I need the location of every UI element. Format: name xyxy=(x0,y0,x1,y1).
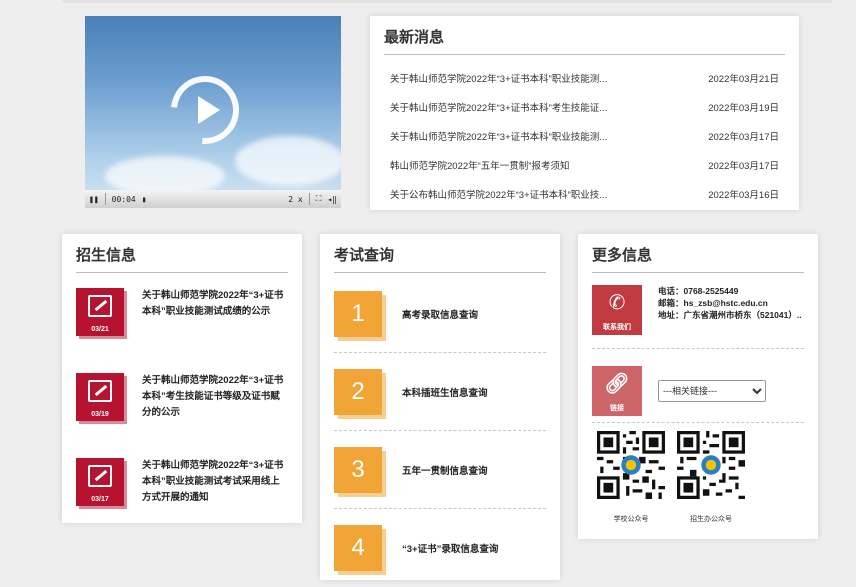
top-divider xyxy=(62,0,832,3)
admission-item-text[interactable]: 关于韩山师范学院2022年“3+证书本科”职业技能测试成绩的公示 xyxy=(142,288,288,358)
admission-date: 03/21 xyxy=(91,326,109,333)
qr-office: 招生办公众号 xyxy=(676,431,746,524)
contact-button[interactable]: ✆ 联系我们 xyxy=(592,285,642,335)
news-item[interactable]: 关于韩山师范学院2022年“3+证书本科”考生技能证... 2022年03月19日 xyxy=(390,92,779,121)
admission-item-text[interactable]: 关于韩山师范学院2022年“3+证书本科”职业技能测试考试采用线上方式开展的通知 xyxy=(142,458,288,528)
exam-item-label[interactable]: 五年一贯制信息查询 xyxy=(402,463,488,477)
contact-email: 邮箱：hs_zsb@hstc.edu.cn xyxy=(658,298,768,308)
exam-item-label[interactable]: 本科插班生信息查询 xyxy=(402,385,488,399)
qr-codes: 学校公众号 招生办公众号 xyxy=(596,431,818,524)
pause-icon[interactable]: ❚❚ xyxy=(89,195,99,204)
exam-title: 考试查询 xyxy=(334,244,546,273)
qr-code-office-icon xyxy=(677,431,745,499)
edit-icon xyxy=(88,295,112,317)
admission-item[interactable]: 03/17 关于韩山师范学院2022年“3+证书本科”职业技能测试考试采用线上方… xyxy=(76,458,288,528)
qr-code-school-icon xyxy=(597,431,665,499)
news-item[interactable]: 关于韩山师范学院2022年“3+证书本科”职业技能测... 2022年03月21日 xyxy=(390,63,779,92)
news-item-date: 2022年03月16日 xyxy=(708,189,779,201)
news-item-date: 2022年03月17日 xyxy=(708,131,779,143)
contact-address: 地址：广东省潮州市桥东（521041）.. xyxy=(658,310,802,320)
news-item[interactable]: 韩山师范学院2022年“五年一贯制”报考须知 2022年03月17日 xyxy=(390,150,779,179)
video-time: 00:04 xyxy=(111,194,136,204)
news-item[interactable]: 关于韩山师范学院2022年“3+证书本科”职业技能测... 2022年03月17日 xyxy=(390,121,779,150)
video-player[interactable]: ❚❚ 00:04 ▮ 2 x ⛶ ◂‖ xyxy=(85,16,341,208)
exam-number-badge: 2 xyxy=(334,368,382,415)
admission-item[interactable]: 03/19 关于韩山师范学院2022年“3+证书本科”考生技能证书等级及证书赋分… xyxy=(76,373,288,443)
news-item-date: 2022年03月21日 xyxy=(708,73,779,85)
control-divider xyxy=(308,193,310,205)
links-button[interactable]: 🔗︎ 链接 xyxy=(592,365,642,416)
video-cloud xyxy=(235,136,341,186)
volume-slider-icon[interactable]: ◂‖ xyxy=(327,195,337,204)
phone-icon: ✆ xyxy=(608,292,626,314)
links-button-label: 链接 xyxy=(610,404,624,412)
speed-button[interactable]: 2 x xyxy=(288,195,302,204)
news-title: 最新消息 xyxy=(384,26,785,55)
exam-item-label[interactable]: “3+证书”录取信息查询 xyxy=(402,541,498,555)
qr-school: 学校公众号 xyxy=(596,431,666,524)
video-controls: ❚❚ 00:04 ▮ 2 x ⛶ ◂‖ xyxy=(85,190,341,208)
exam-item[interactable]: 1 高考录取信息查询 xyxy=(334,275,546,353)
related-links-select[interactable]: ---相关链接--- xyxy=(658,379,766,402)
news-item-title[interactable]: 关于韩山师范学院2022年“3+证书本科”职业技能测... xyxy=(390,71,670,85)
admission-date: 03/17 xyxy=(91,496,109,503)
contact-section: ✆ 联系我们 电话：0768-2525449 邮箱：hs_zsb@hstc.ed… xyxy=(592,285,804,349)
admission-panel: 招生信息 03/21 关于韩山师范学院2022年“3+证书本科”职业技能测试成绩… xyxy=(62,234,302,523)
admission-date-badge: 03/17 xyxy=(76,458,124,506)
play-icon[interactable] xyxy=(198,96,220,124)
news-item-title[interactable]: 关于公布韩山师范学院2022年“3+证书本科”职业技... xyxy=(390,187,670,201)
more-info-panel: 更多信息 ✆ 联系我们 电话：0768-2525449 邮箱：hs_zsb@hs… xyxy=(578,234,818,539)
qr-school-caption: 学校公众号 xyxy=(613,516,649,523)
more-info-title: 更多信息 xyxy=(592,244,804,273)
news-list: 关于韩山师范学院2022年“3+证书本科”职业技能测... 2022年03月21日… xyxy=(390,63,779,208)
news-panel: 最新消息 关于韩山师范学院2022年“3+证书本科”职业技能测... 2022年0… xyxy=(370,16,799,210)
admission-item[interactable]: 03/21 关于韩山师范学院2022年“3+证书本科”职业技能测试成绩的公示 xyxy=(76,288,288,358)
links-section: 🔗︎ 链接 ---相关链接--- xyxy=(592,359,804,423)
news-item-title[interactable]: 关于韩山师范学院2022年“3+证书本科”考生技能证... xyxy=(390,100,670,114)
news-item-title[interactable]: 韩山师范学院2022年“五年一贯制”报考须知 xyxy=(390,158,670,172)
exam-item-label[interactable]: 高考录取信息查询 xyxy=(402,307,478,321)
edit-icon xyxy=(88,465,112,487)
exam-number-badge: 4 xyxy=(334,525,382,571)
news-item-date: 2022年03月17日 xyxy=(708,160,779,172)
control-divider xyxy=(104,193,106,205)
qr-office-caption: 招生办公众号 xyxy=(690,516,732,523)
admission-date-badge: 03/19 xyxy=(76,373,124,421)
contact-phone: 电话：0768-2525449 xyxy=(658,286,739,296)
fullscreen-icon[interactable]: ⛶ xyxy=(316,194,322,204)
exam-item[interactable]: 2 本科插班生信息查询 xyxy=(334,353,546,431)
contact-info: 电话：0768-2525449 邮箱：hs_zsb@hstc.edu.cn 地址… xyxy=(658,285,802,348)
news-item-title[interactable]: 关于韩山师范学院2022年“3+证书本科”职业技能测... xyxy=(390,129,670,143)
news-item[interactable]: 关于公布韩山师范学院2022年“3+证书本科”职业技... 2022年03月16日 xyxy=(390,179,779,208)
news-item-date: 2022年03月19日 xyxy=(708,102,779,114)
volume-icon[interactable]: ▮ xyxy=(142,195,147,204)
exam-item[interactable]: 4 “3+证书”录取信息查询 xyxy=(334,509,546,587)
exam-item[interactable]: 3 五年一贯制信息查询 xyxy=(334,431,546,509)
contact-button-label: 联系我们 xyxy=(603,324,631,331)
link-icon: 🔗︎ xyxy=(604,372,630,395)
admission-item-text[interactable]: 关于韩山师范学院2022年“3+证书本科”考生技能证书等级及证书赋分的公示 xyxy=(142,373,288,443)
admission-date: 03/19 xyxy=(91,411,109,418)
exam-number-badge: 3 xyxy=(334,446,382,493)
exam-number-badge: 1 xyxy=(334,290,382,337)
admission-title: 招生信息 xyxy=(76,244,288,273)
exam-panel: 考试查询 1 高考录取信息查询 2 本科插班生信息查询 3 五年一贯制信息查询 … xyxy=(320,234,560,580)
admission-date-badge: 03/21 xyxy=(76,288,124,336)
edit-icon xyxy=(88,380,112,402)
